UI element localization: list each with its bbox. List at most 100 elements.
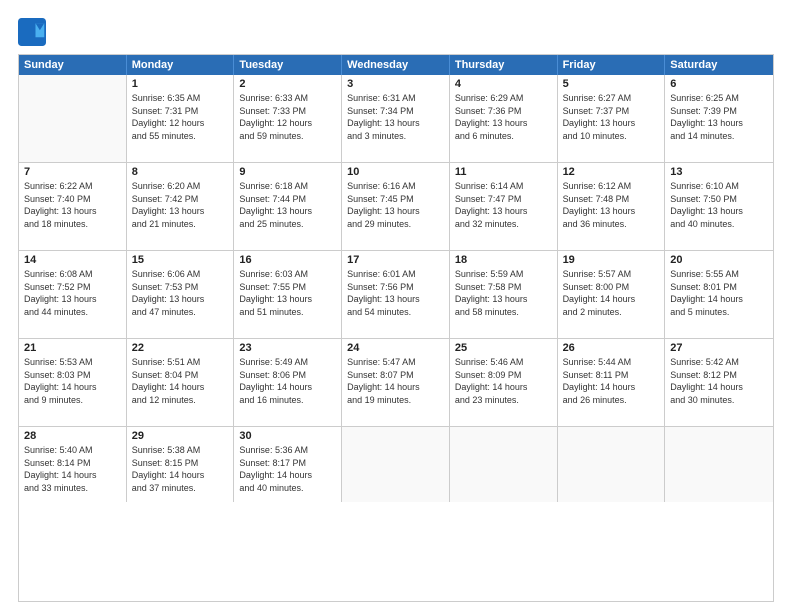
cell-line: Sunrise: 6:10 AM bbox=[670, 180, 768, 193]
cell-line: Sunrise: 6:03 AM bbox=[239, 268, 336, 281]
cell-line: Sunset: 8:17 PM bbox=[239, 457, 336, 470]
calendar-week: 28Sunrise: 5:40 AMSunset: 8:14 PMDayligh… bbox=[19, 427, 773, 502]
cell-line: Daylight: 13 hours bbox=[455, 205, 552, 218]
day-number: 23 bbox=[239, 342, 336, 354]
cell-line: and 26 minutes. bbox=[563, 394, 660, 407]
calendar-cell bbox=[342, 427, 450, 502]
header-day: Sunday bbox=[19, 55, 127, 75]
cell-line: and 3 minutes. bbox=[347, 130, 444, 143]
cell-line: and 2 minutes. bbox=[563, 306, 660, 319]
cell-line: Daylight: 14 hours bbox=[563, 381, 660, 394]
cell-line: Sunset: 7:50 PM bbox=[670, 193, 768, 206]
cell-line: Sunrise: 5:44 AM bbox=[563, 356, 660, 369]
calendar-cell: 19Sunrise: 5:57 AMSunset: 8:00 PMDayligh… bbox=[558, 251, 666, 338]
cell-line: Sunset: 8:15 PM bbox=[132, 457, 229, 470]
day-number: 17 bbox=[347, 254, 444, 266]
calendar-cell: 29Sunrise: 5:38 AMSunset: 8:15 PMDayligh… bbox=[127, 427, 235, 502]
day-number: 7 bbox=[24, 166, 121, 178]
cell-line: and 23 minutes. bbox=[455, 394, 552, 407]
calendar-cell: 28Sunrise: 5:40 AMSunset: 8:14 PMDayligh… bbox=[19, 427, 127, 502]
cell-line: Daylight: 14 hours bbox=[670, 381, 768, 394]
calendar-cell: 24Sunrise: 5:47 AMSunset: 8:07 PMDayligh… bbox=[342, 339, 450, 426]
header-day: Wednesday bbox=[342, 55, 450, 75]
day-number: 28 bbox=[24, 430, 121, 442]
cell-line: Daylight: 14 hours bbox=[670, 293, 768, 306]
cell-line: Sunrise: 5:40 AM bbox=[24, 444, 121, 457]
cell-line: Sunrise: 6:08 AM bbox=[24, 268, 121, 281]
calendar-cell: 7Sunrise: 6:22 AMSunset: 7:40 PMDaylight… bbox=[19, 163, 127, 250]
cell-line: Sunrise: 5:38 AM bbox=[132, 444, 229, 457]
calendar-cell: 4Sunrise: 6:29 AMSunset: 7:36 PMDaylight… bbox=[450, 75, 558, 162]
cell-line: Sunset: 8:01 PM bbox=[670, 281, 768, 294]
cell-line: and 58 minutes. bbox=[455, 306, 552, 319]
logo bbox=[18, 18, 50, 46]
cell-line: Sunset: 7:33 PM bbox=[239, 105, 336, 118]
cell-line: Sunrise: 5:59 AM bbox=[455, 268, 552, 281]
cell-line: Sunset: 7:34 PM bbox=[347, 105, 444, 118]
page: SundayMondayTuesdayWednesdayThursdayFrid… bbox=[0, 0, 792, 612]
calendar-cell: 2Sunrise: 6:33 AMSunset: 7:33 PMDaylight… bbox=[234, 75, 342, 162]
cell-line: Sunset: 8:00 PM bbox=[563, 281, 660, 294]
cell-line: and 6 minutes. bbox=[455, 130, 552, 143]
day-number: 6 bbox=[670, 78, 768, 90]
cell-line: Sunrise: 6:06 AM bbox=[132, 268, 229, 281]
day-number: 15 bbox=[132, 254, 229, 266]
cell-line: Sunset: 7:40 PM bbox=[24, 193, 121, 206]
cell-line: and 30 minutes. bbox=[670, 394, 768, 407]
calendar-week: 7Sunrise: 6:22 AMSunset: 7:40 PMDaylight… bbox=[19, 163, 773, 251]
cell-line: Daylight: 13 hours bbox=[347, 205, 444, 218]
cell-line: Sunset: 7:37 PM bbox=[563, 105, 660, 118]
calendar-cell: 10Sunrise: 6:16 AMSunset: 7:45 PMDayligh… bbox=[342, 163, 450, 250]
cell-line: Daylight: 13 hours bbox=[239, 293, 336, 306]
cell-line: and 19 minutes. bbox=[347, 394, 444, 407]
cell-line: and 55 minutes. bbox=[132, 130, 229, 143]
calendar-cell: 14Sunrise: 6:08 AMSunset: 7:52 PMDayligh… bbox=[19, 251, 127, 338]
cell-line: Sunset: 8:03 PM bbox=[24, 369, 121, 382]
cell-line: Daylight: 14 hours bbox=[239, 381, 336, 394]
calendar-cell bbox=[665, 427, 773, 502]
cell-line: and 44 minutes. bbox=[24, 306, 121, 319]
calendar-cell: 25Sunrise: 5:46 AMSunset: 8:09 PMDayligh… bbox=[450, 339, 558, 426]
cell-line: Sunset: 7:52 PM bbox=[24, 281, 121, 294]
cell-line: Daylight: 13 hours bbox=[455, 117, 552, 130]
calendar-week: 21Sunrise: 5:53 AMSunset: 8:03 PMDayligh… bbox=[19, 339, 773, 427]
cell-line: and 59 minutes. bbox=[239, 130, 336, 143]
calendar-cell: 16Sunrise: 6:03 AMSunset: 7:55 PMDayligh… bbox=[234, 251, 342, 338]
cell-line: Daylight: 13 hours bbox=[24, 205, 121, 218]
cell-line: and 18 minutes. bbox=[24, 218, 121, 231]
cell-line: and 32 minutes. bbox=[455, 218, 552, 231]
day-number: 19 bbox=[563, 254, 660, 266]
calendar-cell: 30Sunrise: 5:36 AMSunset: 8:17 PMDayligh… bbox=[234, 427, 342, 502]
cell-line: and 51 minutes. bbox=[239, 306, 336, 319]
cell-line: and 12 minutes. bbox=[132, 394, 229, 407]
calendar-cell bbox=[450, 427, 558, 502]
cell-line: Sunrise: 5:55 AM bbox=[670, 268, 768, 281]
cell-line: Daylight: 13 hours bbox=[24, 293, 121, 306]
day-number: 4 bbox=[455, 78, 552, 90]
cell-line: Sunset: 7:44 PM bbox=[239, 193, 336, 206]
cell-line: Sunrise: 6:14 AM bbox=[455, 180, 552, 193]
cell-line: Sunrise: 6:12 AM bbox=[563, 180, 660, 193]
cell-line: and 29 minutes. bbox=[347, 218, 444, 231]
cell-line: Sunrise: 6:35 AM bbox=[132, 92, 229, 105]
cell-line: and 33 minutes. bbox=[24, 482, 121, 495]
day-number: 8 bbox=[132, 166, 229, 178]
cell-line: Sunrise: 6:33 AM bbox=[239, 92, 336, 105]
cell-line: Sunset: 7:55 PM bbox=[239, 281, 336, 294]
calendar-cell: 5Sunrise: 6:27 AMSunset: 7:37 PMDaylight… bbox=[558, 75, 666, 162]
calendar-cell: 21Sunrise: 5:53 AMSunset: 8:03 PMDayligh… bbox=[19, 339, 127, 426]
cell-line: and 47 minutes. bbox=[132, 306, 229, 319]
calendar-cell: 26Sunrise: 5:44 AMSunset: 8:11 PMDayligh… bbox=[558, 339, 666, 426]
day-number: 13 bbox=[670, 166, 768, 178]
day-number: 12 bbox=[563, 166, 660, 178]
cell-line: and 40 minutes. bbox=[670, 218, 768, 231]
header-day: Tuesday bbox=[234, 55, 342, 75]
day-number: 27 bbox=[670, 342, 768, 354]
header-day: Saturday bbox=[665, 55, 773, 75]
cell-line: and 36 minutes. bbox=[563, 218, 660, 231]
calendar-cell: 1Sunrise: 6:35 AMSunset: 7:31 PMDaylight… bbox=[127, 75, 235, 162]
cell-line: Daylight: 14 hours bbox=[455, 381, 552, 394]
logo-icon bbox=[18, 18, 46, 46]
header bbox=[18, 18, 774, 46]
cell-line: Sunset: 7:36 PM bbox=[455, 105, 552, 118]
